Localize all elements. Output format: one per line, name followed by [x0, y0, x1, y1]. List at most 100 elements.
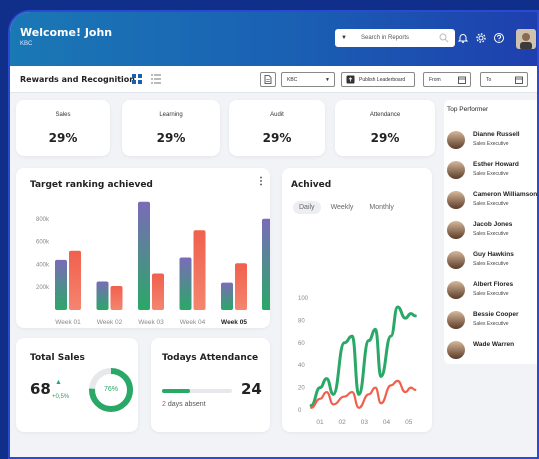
card-title: Total Sales: [30, 353, 85, 363]
publish-leaderboard-button[interactable]: Publish Leaderboard: [341, 72, 415, 87]
to-label: To: [486, 76, 492, 83]
bar: [221, 282, 233, 310]
org-select[interactable]: KBC ▼: [281, 72, 335, 87]
performer-role: Sales Executive: [473, 201, 509, 207]
performer-role: Sales Executive: [473, 231, 509, 237]
series-line: [309, 305, 417, 408]
help-icon[interactable]: [493, 32, 505, 44]
kpi-card-attendance[interactable]: Attendance 29%: [335, 100, 435, 156]
x-tick-label: 04: [383, 419, 391, 426]
total-sales-value: 68: [30, 380, 51, 398]
total-sales-card: Total Sales 68 ▲ +0,5% 76%: [16, 338, 138, 432]
x-tick-label: 03: [361, 419, 369, 426]
search-scope-dropdown[interactable]: ▼: [335, 29, 353, 47]
performer-item[interactable]: Esther Howard Sales Executive: [447, 158, 537, 186]
performer-role: Sales Executive: [473, 291, 509, 297]
y-tick-label: 600k: [36, 240, 50, 246]
performer-avatar: [447, 191, 465, 209]
y-tick-label: 80: [298, 318, 305, 324]
toolbar: Rewards and Recognition KBC ▼ Publish Le…: [10, 66, 537, 93]
performer-name: Dianne Russell: [473, 131, 520, 138]
bar: [55, 259, 67, 310]
performer-item[interactable]: Bessie Cooper Sales Executive: [447, 308, 537, 336]
performer-item[interactable]: Albert Flores Sales Executive: [447, 278, 537, 306]
attendance-bar-fill: [162, 389, 190, 393]
bar: [138, 201, 150, 310]
absent-text: 2 days absent: [162, 401, 206, 408]
attendance-bar: [162, 389, 232, 393]
from-date-field[interactable]: From: [423, 72, 471, 87]
absent-count: 2: [162, 401, 166, 408]
performer-item[interactable]: Cameron Williamson Sales Executive: [447, 188, 538, 216]
x-tick-label: 02: [339, 419, 347, 426]
grid-view-icon[interactable]: [132, 74, 142, 84]
line-chart: 0 20 40 60 80 100 01 02 03 04 05: [298, 296, 417, 426]
kpi-card-learning[interactable]: Learning 29%: [122, 100, 220, 156]
kpi-card-audit[interactable]: Audit 29%: [229, 100, 325, 156]
target-ranking-card: Target ranking achieved ⋮ 200k 400k 600k 80…: [16, 168, 270, 328]
welcome-text: Welcome! John: [20, 26, 113, 39]
change-percent: +0,5%: [52, 394, 70, 400]
performer-name: Bessie Cooper: [473, 311, 519, 318]
page-title: Rewards and Recognition: [20, 75, 135, 84]
export-button[interactable]: [260, 72, 276, 87]
bell-icon[interactable]: [457, 32, 469, 44]
bar: [193, 230, 206, 310]
achived-card: Achived Daily Weekly Monthly 0 20 40 60 80 10…: [282, 168, 432, 432]
performer-name: Albert Flores: [473, 281, 514, 288]
y-tick-label: 0: [298, 408, 302, 414]
org-select-value: KBC: [287, 76, 298, 83]
kpi-card-sales[interactable]: Sales 29%: [16, 100, 110, 156]
calendar-icon: [458, 76, 466, 84]
performer-name: Wade Warren: [473, 341, 515, 348]
performer-role: Sales Executive: [473, 141, 509, 147]
caret-down-icon: ▼: [325, 77, 330, 83]
bar: [152, 273, 164, 310]
kpi-label: Audit: [270, 112, 284, 118]
y-tick-label: 400k: [36, 262, 50, 268]
org-label: KBC: [20, 41, 33, 47]
caret-down-icon: ▼: [341, 35, 347, 41]
gear-icon[interactable]: [475, 32, 487, 44]
publish-label: Publish Leaderboard: [359, 76, 406, 83]
bar-chart: 200k 400k 600k 800k Week 01 Week 02 Week 03 Wee…: [36, 201, 270, 326]
kpi-label: Learning: [159, 112, 183, 118]
kpi-value: 29%: [156, 131, 186, 145]
from-label: From: [429, 76, 441, 83]
kpi-label: Sales: [55, 112, 71, 118]
y-tick-label: 40: [298, 363, 305, 369]
x-tick-label: 05: [405, 419, 413, 426]
top-performer-panel: Top Performer Dianne Russell Sales Execut…: [444, 100, 538, 364]
performer-item[interactable]: Guy Hawkins Sales Executive: [447, 248, 537, 276]
y-tick-label: 20: [298, 386, 305, 392]
bar: [262, 218, 270, 310]
bar: [235, 263, 247, 310]
search-bar[interactable]: ▼ Search in Reports: [335, 29, 455, 47]
search-input[interactable]: Search in Reports: [361, 35, 439, 41]
performer-avatar: [447, 221, 465, 239]
x-tick-label: Week 02: [97, 319, 123, 326]
y-tick-label: 800k: [36, 217, 50, 223]
search-icon[interactable]: [439, 33, 449, 43]
performer-name: Cameron Williamson: [473, 191, 538, 198]
bar: [69, 250, 81, 310]
x-tick-label: 01: [316, 419, 324, 426]
performer-item[interactable]: Wade Warren: [447, 338, 537, 364]
performer-item[interactable]: Dianne Russell Sales Executive: [447, 128, 537, 156]
user-avatar[interactable]: [516, 29, 536, 49]
performer-role: Sales Executive: [473, 321, 509, 327]
performer-role: Sales Executive: [473, 261, 509, 267]
y-tick-label: 100: [298, 296, 309, 302]
kpi-value: 29%: [48, 131, 78, 145]
performer-avatar: [447, 281, 465, 299]
document-icon: [264, 75, 272, 84]
bar: [110, 286, 123, 310]
performer-item[interactable]: Jacob Jones Sales Executive: [447, 218, 537, 246]
panel-title: Top Performer: [447, 106, 489, 113]
performer-avatar: [447, 311, 465, 329]
to-date-field[interactable]: To: [480, 72, 528, 87]
list-view-icon[interactable]: [151, 74, 161, 84]
performer-name: Esther Howard: [473, 161, 519, 168]
performer-avatar: [447, 341, 465, 359]
absent-label: days absent: [167, 401, 206, 408]
